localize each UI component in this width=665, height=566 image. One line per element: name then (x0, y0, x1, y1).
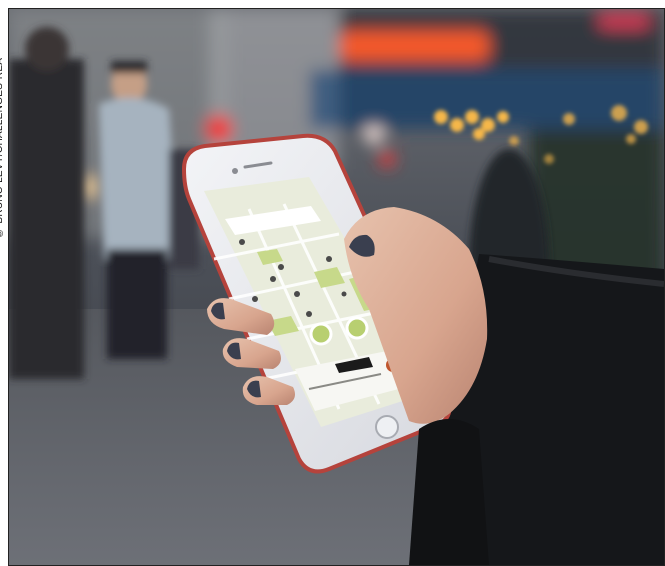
photo-frame (8, 8, 665, 566)
photo-credit: © BRUNO LEVY/CHALLENGES-REA (0, 57, 5, 238)
camera-icon (232, 168, 238, 174)
home-button-icon (375, 415, 399, 439)
street-photo (9, 9, 664, 565)
